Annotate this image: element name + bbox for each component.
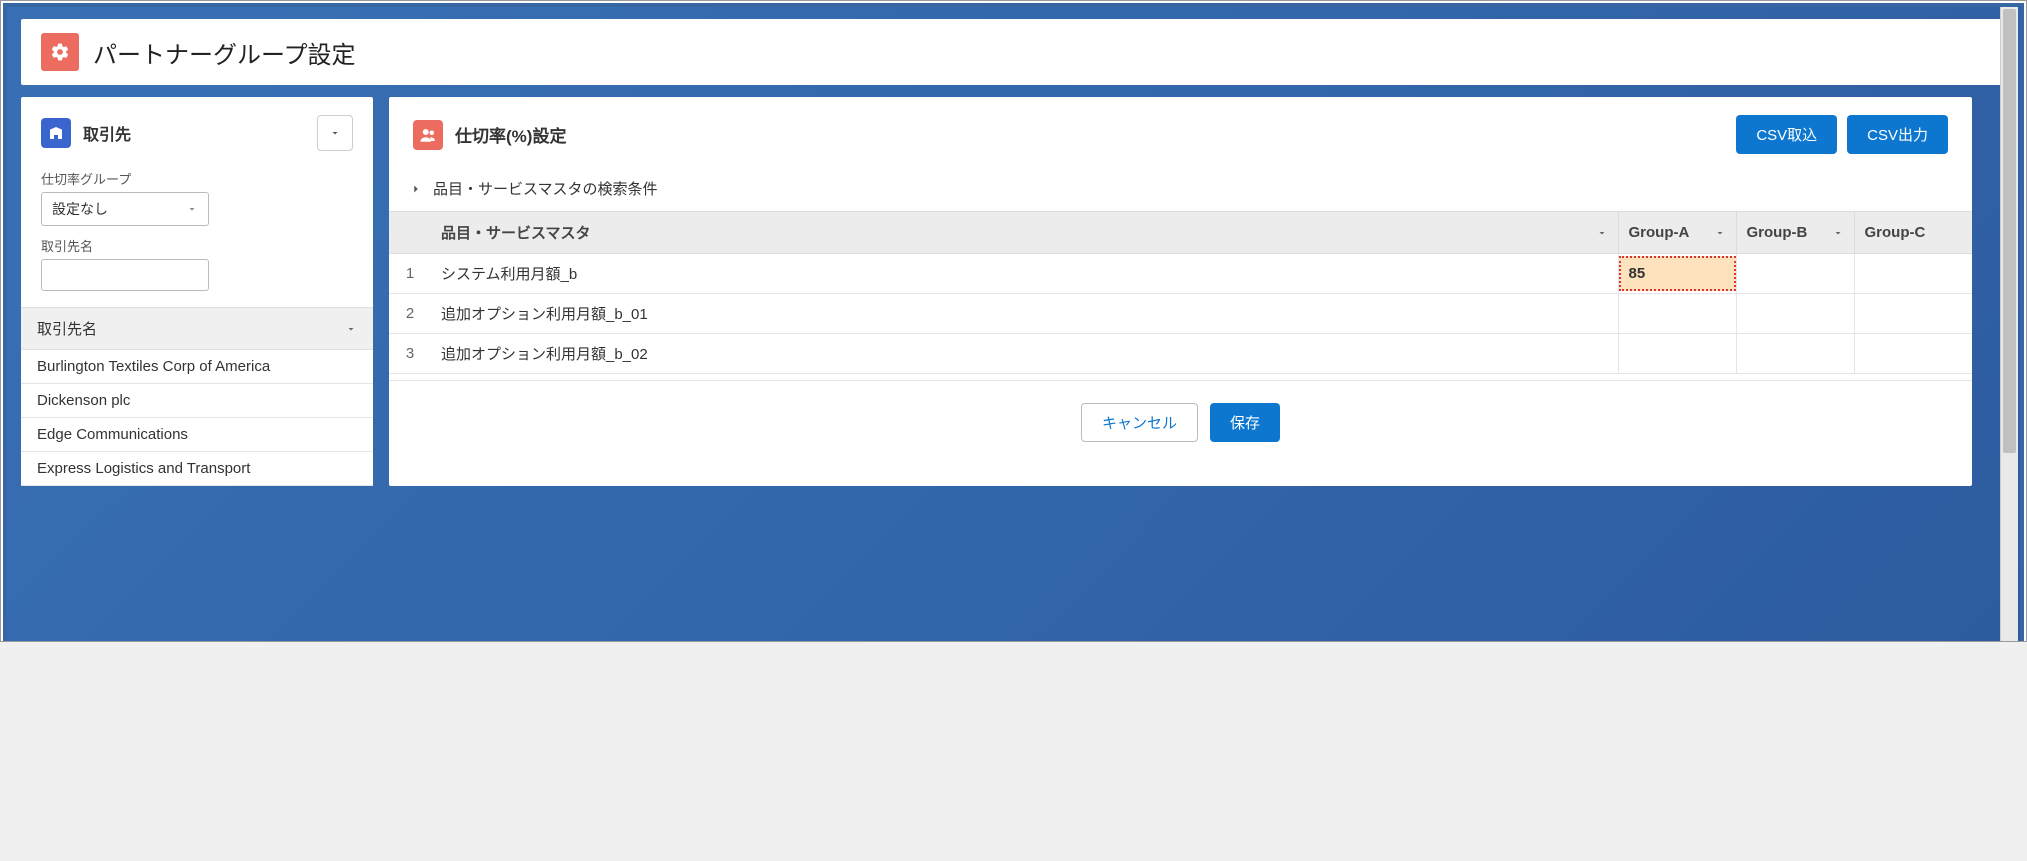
cell-master[interactable]: 追加オプション利用月額_b_01 — [431, 294, 1618, 334]
cell-group-a[interactable] — [1618, 294, 1736, 334]
filter-group-value: 設定なし — [52, 199, 108, 219]
main-panel: 仕切率(%)設定 CSV取込 CSV出力 品目・サービスマスタの検索条件 — [389, 97, 1972, 486]
accounts-list-header[interactable]: 取引先名 — [21, 307, 373, 350]
page-title: パートナーグループ設定 — [93, 35, 356, 70]
col-group-b[interactable]: Group-B — [1736, 212, 1854, 254]
caret-down-icon — [186, 203, 198, 215]
chevron-down-icon — [1596, 227, 1608, 239]
rate-grid: 品目・サービスマスタ Group-A — [389, 211, 1972, 374]
list-item[interactable]: Burlington Textiles Corp of America — [21, 350, 373, 384]
cell-group-c[interactable] — [1854, 254, 1972, 294]
sidebar-title: 取引先 — [83, 121, 131, 145]
filter-name-label: 取引先名 — [41, 236, 353, 255]
cell-master[interactable]: 追加オプション利用月額_b_02 — [431, 334, 1618, 374]
table-row: 3 追加オプション利用月額_b_02 — [389, 334, 1972, 374]
save-button[interactable]: 保存 — [1210, 403, 1280, 442]
chevron-right-icon — [409, 182, 423, 196]
cell-group-c[interactable] — [1854, 294, 1972, 334]
col-rownum — [389, 212, 431, 254]
cell-group-b[interactable] — [1736, 334, 1854, 374]
csv-import-button[interactable]: CSV取込 — [1736, 115, 1837, 154]
scrollbar-thumb[interactable] — [2003, 9, 2016, 453]
cell-group-c[interactable] — [1854, 334, 1972, 374]
building-icon — [41, 118, 71, 148]
cell-group-b[interactable] — [1736, 294, 1854, 334]
chevron-down-icon — [1832, 227, 1844, 239]
table-row: 2 追加オプション利用月額_b_01 — [389, 294, 1972, 334]
cell-group-a[interactable] — [1618, 334, 1736, 374]
group-icon — [413, 120, 443, 150]
list-item[interactable]: Edge Communications — [21, 418, 373, 452]
main-title: 仕切率(%)設定 — [455, 122, 566, 147]
vertical-scrollbar[interactable] — [2000, 7, 2018, 641]
search-condition-toggle[interactable]: 品目・サービスマスタの検索条件 — [389, 172, 1972, 211]
sidebar-dropdown-toggle[interactable] — [317, 115, 353, 151]
cell-master[interactable]: システム利用月額_b — [431, 254, 1618, 294]
col-group-a[interactable]: Group-A — [1618, 212, 1736, 254]
cell-group-a[interactable]: 85 — [1618, 254, 1736, 294]
caret-down-icon — [329, 127, 341, 139]
accounts-list-header-label: 取引先名 — [37, 318, 97, 339]
filter-name-input[interactable] — [41, 259, 209, 291]
page-header: パートナーグループ設定 — [21, 19, 2006, 85]
col-master[interactable]: 品目・サービスマスタ — [431, 212, 1618, 254]
col-group-c[interactable]: Group-C — [1854, 212, 1972, 254]
search-condition-label: 品目・サービスマスタの検索条件 — [433, 178, 658, 199]
filter-group-select[interactable]: 設定なし — [41, 192, 209, 226]
gears-icon — [41, 33, 79, 71]
cell-group-b[interactable] — [1736, 254, 1854, 294]
table-row: 1 システム利用月額_b 85 — [389, 254, 1972, 294]
chevron-down-icon — [1714, 227, 1726, 239]
sidebar-panel: 取引先 仕切率グループ 設定なし 取引先名 取引先名 — [21, 97, 373, 486]
list-item[interactable]: Express Logistics and Transport — [21, 452, 373, 486]
cancel-button[interactable]: キャンセル — [1081, 403, 1198, 442]
filter-group-label: 仕切率グループ — [41, 169, 353, 188]
csv-export-button[interactable]: CSV出力 — [1847, 115, 1948, 154]
list-item[interactable]: Dickenson plc — [21, 384, 373, 418]
chevron-down-icon — [345, 323, 357, 335]
